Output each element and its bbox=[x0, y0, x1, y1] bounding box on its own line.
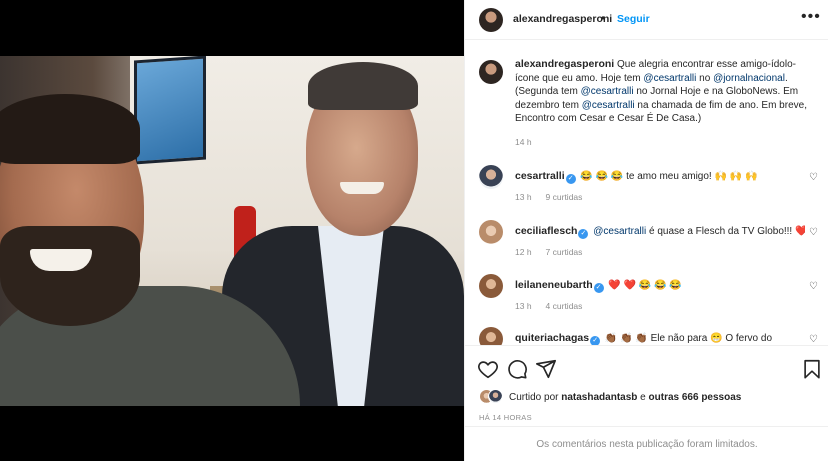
likes-middle: e bbox=[637, 392, 649, 403]
verified-badge-icon: ✓ bbox=[590, 336, 601, 345]
comment-like-heart-icon[interactable]: ♡ bbox=[809, 334, 818, 345]
comment-likes-count[interactable]: 9 curtidas bbox=[546, 192, 583, 202]
comment-emoji: 🙌 🙌 🙌 bbox=[714, 171, 758, 182]
commenter-avatar[interactable] bbox=[479, 165, 503, 189]
comment-meta: 13 h 4 curtidas bbox=[515, 301, 596, 311]
comment-like-heart-icon[interactable]: ♡ bbox=[809, 172, 818, 183]
post-caption: alexandregasperoni Que alegria encontrar… bbox=[515, 58, 815, 126]
comment-meta: 13 h 9 curtidas bbox=[515, 192, 596, 202]
comment-mention[interactable]: @cesartralli bbox=[593, 226, 646, 237]
comment-body: Ele não para bbox=[647, 333, 711, 344]
send-icon[interactable] bbox=[535, 358, 557, 380]
comments-list[interactable]: alexandregasperoni Que alegria encontrar… bbox=[465, 41, 828, 345]
comment-item: cesartralli ✓ 😂 😂 😂 te amo meu amigo! 🙌 🙌… bbox=[465, 165, 828, 215]
comment-item: leilaneneubarth ✓ ❤️ ❤️ 😂 😂 😂 13 h 4 curti… bbox=[465, 274, 828, 324]
likes-text: Curtido por natashadantasb e outras 666 … bbox=[509, 392, 741, 403]
caption-timestamp[interactable]: 14 h bbox=[515, 137, 532, 147]
verified-badge-icon: ✓ bbox=[578, 229, 589, 239]
follow-button[interactable]: Seguir bbox=[617, 13, 650, 25]
commenter-avatar[interactable] bbox=[479, 274, 503, 298]
comment-emoji: 😁 bbox=[710, 333, 723, 344]
post-sidebar: alexandregasperoni • Seguir ••• alexandr… bbox=[464, 0, 828, 461]
comment-like-heart-icon[interactable]: ♡ bbox=[809, 281, 818, 292]
comment-emoji: 👏🏾 👏🏾 👏🏾 bbox=[604, 333, 648, 344]
verified-badge-icon: ✓ bbox=[593, 283, 604, 293]
comment-item: quiteriachagas ✓ 👏🏾 👏🏾 👏🏾 Ele não para 😁 … bbox=[465, 327, 828, 345]
likes-summary: Curtido por natashadantasb e outras 666 … bbox=[479, 389, 819, 405]
comment-likes-count[interactable]: 7 curtidas bbox=[546, 247, 583, 257]
comments-limited-notice: Os comentários nesta publicação foram li… bbox=[465, 426, 828, 461]
commenter-username[interactable]: quiteriachagas bbox=[515, 332, 589, 344]
liker-username[interactable]: natashadantasb bbox=[561, 392, 637, 403]
photo-person-right-hair bbox=[308, 62, 418, 110]
comment-timestamp[interactable]: 13 h bbox=[515, 192, 532, 202]
photo-tv-screen bbox=[134, 56, 206, 165]
photo-person-right-smile bbox=[340, 182, 384, 194]
comment-like-heart-icon[interactable]: ♡ bbox=[809, 227, 818, 238]
comment-likes-count[interactable]: 4 curtidas bbox=[546, 301, 583, 311]
photo-person-left-smile bbox=[30, 249, 92, 271]
comment-text: quiteriachagas ✓ 👏🏾 👏🏾 👏🏾 Ele não para 😁 … bbox=[515, 332, 805, 345]
comment-emoji: ❤️ ❤️ bbox=[608, 280, 637, 291]
author-username[interactable]: alexandregasperoni bbox=[513, 13, 612, 25]
heart-icon[interactable] bbox=[477, 358, 499, 380]
commenter-avatar[interactable] bbox=[479, 220, 503, 244]
caption-username[interactable]: alexandregasperoni bbox=[515, 58, 614, 70]
comment-body: te amo meu amigo! bbox=[623, 171, 715, 182]
comment-body: O fervo do bbox=[722, 333, 773, 344]
caption-text-2: no bbox=[696, 72, 714, 84]
post-media-panel bbox=[0, 0, 464, 461]
comment-item: ceciliaflesch ✓ @cesartralli é quase a Fl… bbox=[465, 220, 828, 270]
commenter-username[interactable]: cesartralli bbox=[515, 170, 565, 182]
comment-timestamp[interactable]: 13 h bbox=[515, 301, 532, 311]
comment-emoji: ❤️ bbox=[795, 226, 805, 237]
comment-icon[interactable] bbox=[506, 358, 528, 380]
verified-badge-icon: ✓ bbox=[565, 174, 576, 184]
liker-avatar[interactable] bbox=[488, 389, 503, 404]
comment-emoji: 😂 😂 😂 bbox=[638, 280, 682, 291]
comment-text: leilaneneubarth ✓ ❤️ ❤️ 😂 😂 😂 bbox=[515, 279, 805, 293]
commenter-avatar[interactable] bbox=[479, 327, 503, 345]
likes-others-link[interactable]: outras 666 pessoas bbox=[649, 392, 742, 403]
post-header: alexandregasperoni • Seguir ••• bbox=[465, 0, 828, 40]
caption-author-avatar[interactable] bbox=[479, 60, 503, 84]
comment-timestamp[interactable]: 12 h bbox=[515, 247, 532, 257]
photo-person-left-hair bbox=[0, 94, 140, 164]
caption-mention[interactable]: @cesartralli bbox=[581, 86, 634, 97]
author-avatar[interactable] bbox=[479, 8, 503, 32]
more-options-icon[interactable]: ••• bbox=[801, 8, 821, 26]
comment-body: é quase a Flesch da TV Globo!!! bbox=[646, 226, 795, 237]
commenter-username[interactable]: ceciliaflesch bbox=[515, 225, 577, 237]
post-timestamp[interactable]: HÁ 14 HORAS bbox=[479, 413, 532, 422]
post-photo[interactable] bbox=[0, 56, 464, 406]
caption-mention[interactable]: @cesartralli bbox=[582, 100, 635, 111]
comment-text: cesartralli ✓ 😂 😂 😂 te amo meu amigo! 🙌 🙌… bbox=[515, 170, 805, 184]
comment-emoji: 😂 😂 😂 bbox=[580, 171, 624, 182]
caption-mention[interactable]: @cesartralli bbox=[643, 73, 696, 84]
comment-meta: 12 h 7 curtidas bbox=[515, 247, 596, 257]
bookmark-icon[interactable] bbox=[801, 358, 823, 380]
header-separator-dot: • bbox=[601, 11, 606, 25]
likes-prefix: Curtido por bbox=[509, 392, 562, 403]
caption-mention[interactable]: @jornalnacional bbox=[713, 73, 785, 84]
photo-person-left-beard bbox=[0, 226, 140, 326]
comment-text: ceciliaflesch ✓ @cesartralli é quase a Fl… bbox=[515, 225, 805, 239]
post-actions: Curtido por natashadantasb e outras 666 … bbox=[465, 345, 828, 461]
commenter-username[interactable]: leilaneneubarth bbox=[515, 279, 593, 291]
